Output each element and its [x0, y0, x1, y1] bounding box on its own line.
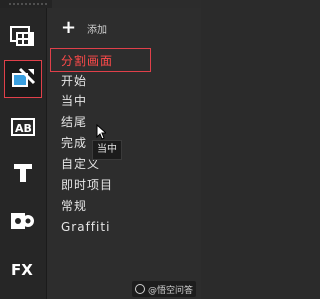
menu-item-end[interactable]: 结尾: [61, 113, 87, 131]
transitions-highlight: [4, 60, 42, 98]
selected-item-highlight: [50, 48, 151, 72]
tooltip: 当中: [92, 140, 122, 160]
add-button[interactable]: + 添加: [61, 17, 107, 38]
watermark-logo-icon: [135, 284, 145, 294]
menu-item-instant-project[interactable]: 即时项目: [61, 176, 113, 194]
left-toolbar: AB FX: [0, 8, 47, 299]
panel-grip[interactable]: [0, 0, 52, 8]
menu-item-start[interactable]: 开始: [61, 72, 87, 90]
svg-text:FX: FX: [11, 261, 33, 279]
text-icon: [12, 162, 34, 184]
video-editor-library-panel: AB FX + 添加 分割画面 开始 当中 结尾 完成 自定义 即时项目 常规 …: [0, 0, 201, 299]
media-library-icon: [10, 26, 36, 48]
menu-item-middle[interactable]: 当中: [61, 92, 87, 110]
library-panel: + 添加 分割画面 开始 当中 结尾 完成 自定义 即时项目 常规 Graffi…: [47, 8, 201, 299]
menu-item-general[interactable]: 常规: [61, 197, 87, 215]
text-button[interactable]: [4, 154, 42, 192]
ab-titles-icon: AB: [11, 118, 35, 136]
menu-item-finish[interactable]: 完成: [61, 134, 87, 152]
media-library-button[interactable]: [4, 18, 42, 56]
titles-button[interactable]: AB: [4, 108, 42, 146]
watermark: @悟空问答: [132, 281, 197, 297]
grip-dots: [8, 3, 48, 5]
plus-icon: +: [61, 17, 77, 38]
fx-button[interactable]: FX: [4, 250, 42, 288]
watermark-text: @悟空问答: [148, 285, 194, 296]
fx-icon: FX: [10, 259, 36, 279]
add-label: 添加: [87, 24, 107, 36]
menu-item-graffiti[interactable]: Graffiti: [61, 218, 110, 236]
effects-button[interactable]: [4, 202, 42, 240]
svg-text:AB: AB: [15, 122, 32, 135]
effects-icon: [10, 210, 36, 232]
